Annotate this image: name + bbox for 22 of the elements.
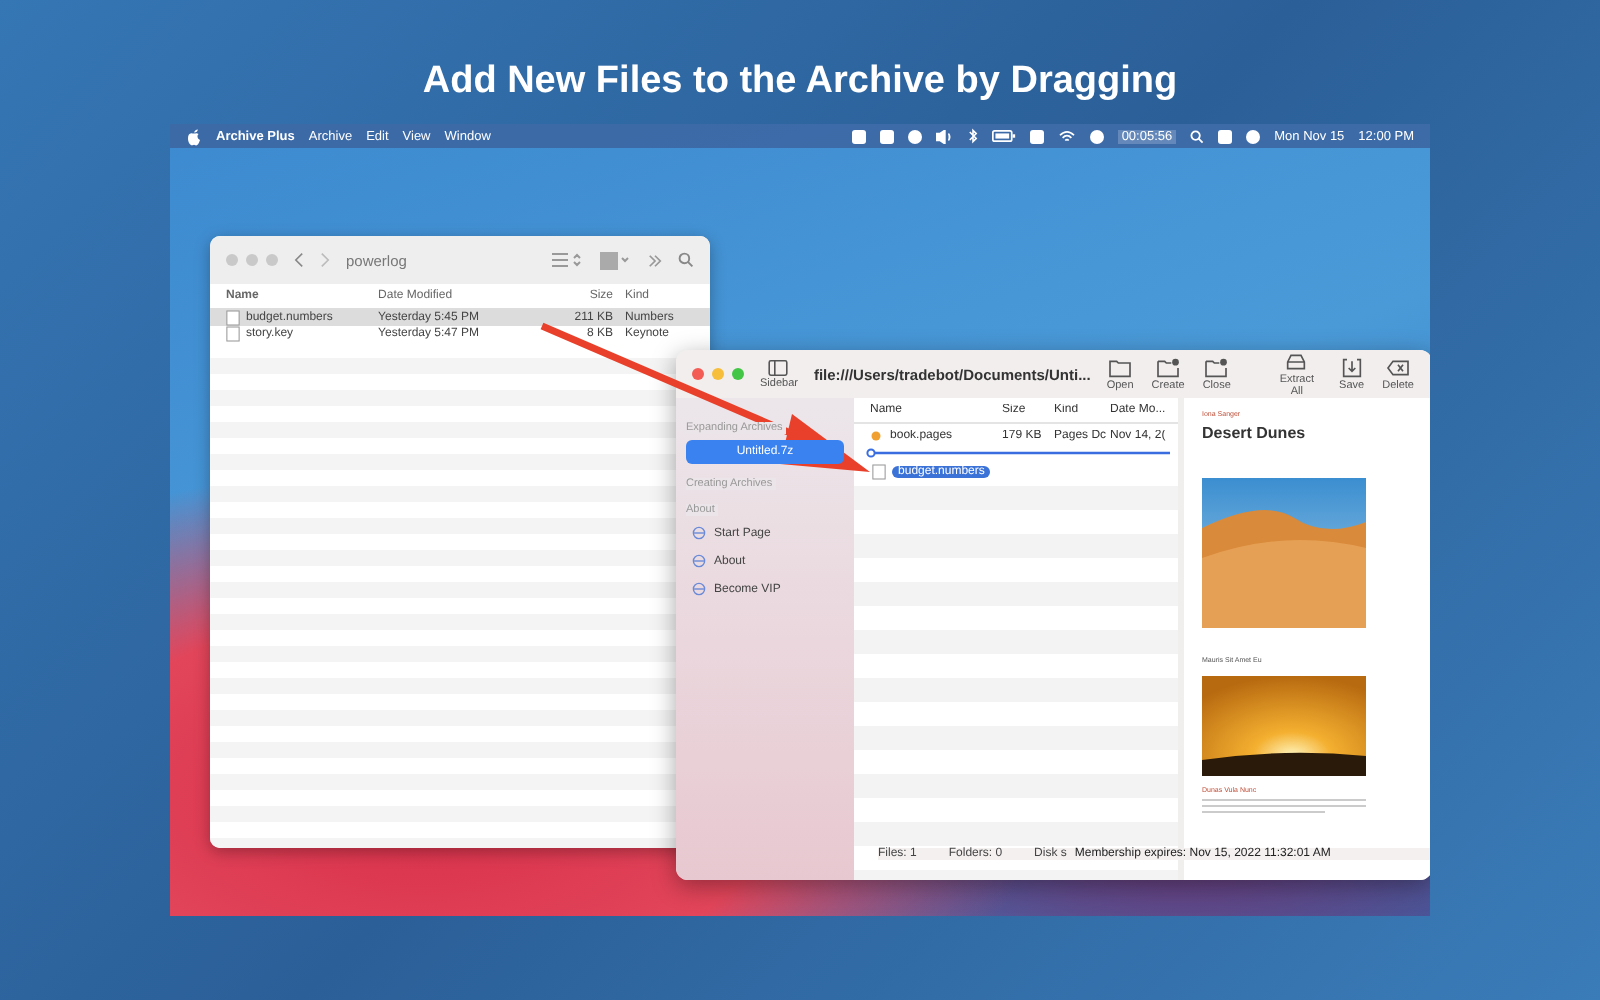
search-icon[interactable] xyxy=(1190,129,1205,143)
search-icon[interactable] xyxy=(678,252,694,268)
apple-icon[interactable] xyxy=(186,127,202,145)
link-icon xyxy=(692,554,706,568)
headline: Add New Files to the Archive by Dragging xyxy=(422,60,1178,106)
volume-icon[interactable] xyxy=(935,129,954,143)
delete-icon xyxy=(1386,357,1411,377)
wifi-icon[interactable] xyxy=(1057,129,1076,143)
folder-icon xyxy=(1108,357,1133,377)
link-icon xyxy=(692,582,706,596)
drive-icon xyxy=(1284,351,1309,371)
file-icon xyxy=(870,430,883,442)
back-icon[interactable] xyxy=(294,252,304,268)
download-icon xyxy=(1339,357,1364,377)
link-icon xyxy=(692,526,706,540)
file-icon xyxy=(872,464,887,480)
bluetooth-icon[interactable] xyxy=(967,128,978,144)
close-button[interactable] xyxy=(692,368,704,380)
battery-icon[interactable] xyxy=(991,130,1016,142)
status-icon[interactable] xyxy=(1029,129,1044,143)
sidebar-icon xyxy=(768,359,789,375)
preview-title: Desert Dunes xyxy=(1202,424,1308,442)
